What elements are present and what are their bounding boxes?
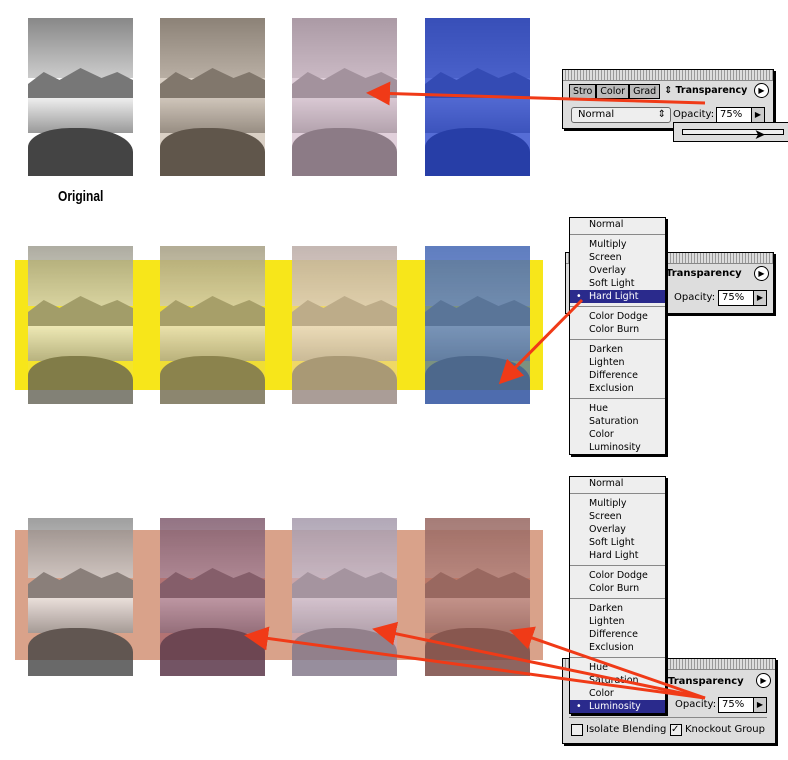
pointer-arrow <box>244 626 706 700</box>
arrows-layer <box>244 81 706 700</box>
pointer-arrow <box>366 81 706 106</box>
pointer-arrow <box>498 298 584 385</box>
